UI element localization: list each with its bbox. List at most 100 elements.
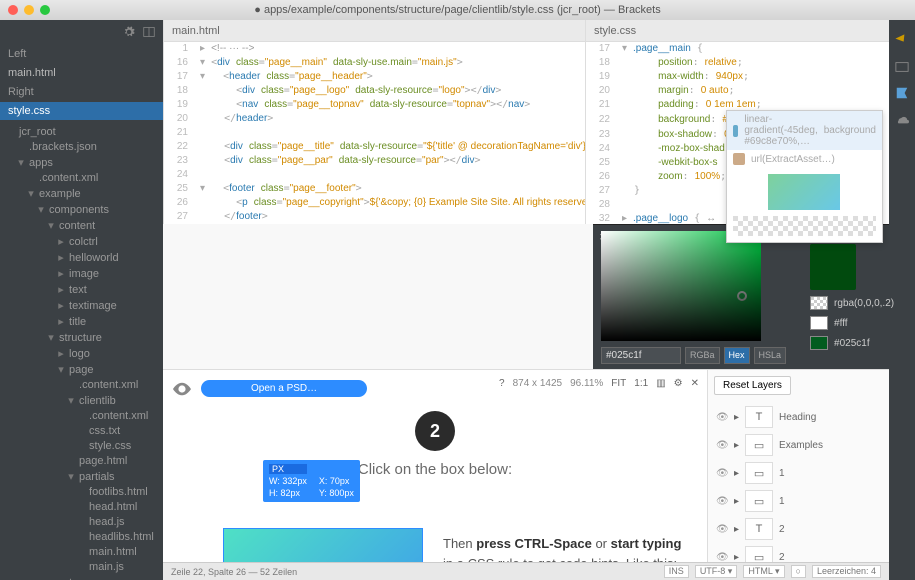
- visibility-icon[interactable]: 👁: [716, 552, 728, 563]
- eye-icon[interactable]: [173, 382, 191, 396]
- help-icon[interactable]: ?: [499, 378, 505, 389]
- editor-left[interactable]: main.html 1 ▸ <!-- ··· --> 16 ▾ <div cla…: [163, 20, 585, 224]
- insert-mode[interactable]: INS: [664, 565, 689, 578]
- visibility-icon[interactable]: 👁: [716, 524, 728, 535]
- gear-icon[interactable]: [123, 26, 135, 38]
- folder-icon: ▸: [734, 496, 739, 507]
- tree-item[interactable]: page.html: [0, 453, 163, 468]
- extract-icon[interactable]: [895, 86, 909, 100]
- tree-item[interactable]: ▸ textimage: [0, 297, 163, 313]
- layers-icon[interactable]: ▥: [656, 378, 665, 389]
- extension-manager-icon[interactable]: [895, 60, 909, 74]
- tree-item[interactable]: .content.xml: [0, 408, 163, 423]
- tree-item[interactable]: .brackets.json: [0, 139, 163, 154]
- settings-icon[interactable]: ⚙: [674, 378, 683, 389]
- format-hsla[interactable]: HSLa: [754, 347, 787, 364]
- extract-preview: Open a PSD… ? 874 x 1425 96.11% FIT 1:1 …: [163, 370, 707, 562]
- tree-item[interactable]: main.html: [0, 544, 163, 559]
- close-panel-icon[interactable]: ✕: [691, 378, 699, 389]
- split-icon[interactable]: [143, 26, 155, 38]
- tree-item[interactable]: ▸ topnav: [0, 574, 163, 580]
- selected-layer-box[interactable]: [223, 528, 423, 562]
- tree-item[interactable]: .content.xml: [0, 170, 163, 185]
- color-swatch[interactable]: #025c1f: [810, 336, 894, 350]
- folder-icon: ▸: [734, 412, 739, 423]
- hint-item-2[interactable]: url(ExtractAsset…): [751, 154, 835, 165]
- editor-left-tab[interactable]: main.html: [164, 20, 585, 42]
- language-mode[interactable]: HTML ▾: [743, 565, 784, 578]
- color-swatch[interactable]: rgba(0,0,0,.2): [810, 296, 894, 310]
- editor-right[interactable]: style.css 17 ▾ .page__main { 18 position…: [585, 20, 889, 224]
- tree-item[interactable]: head.html: [0, 499, 163, 514]
- tree-item[interactable]: css.txt: [0, 423, 163, 438]
- tree-item[interactable]: headlibs.html: [0, 529, 163, 544]
- encoding[interactable]: UTF-8 ▾: [695, 565, 738, 578]
- open-psd-button[interactable]: Open a PSD…: [201, 380, 367, 397]
- tree-item[interactable]: .content.xml: [0, 377, 163, 392]
- tree-item[interactable]: ▾ clientlib: [0, 392, 163, 408]
- color-handle[interactable]: [737, 291, 747, 301]
- editor-right-tab[interactable]: style.css: [586, 20, 889, 42]
- color-swatch[interactable]: #fff: [810, 316, 894, 330]
- hint-preview-swatch: [768, 174, 840, 210]
- tree-item[interactable]: ▸ image: [0, 265, 163, 281]
- fit-button[interactable]: FIT: [611, 378, 626, 389]
- tree-item[interactable]: footlibs.html: [0, 484, 163, 499]
- tree-item[interactable]: ▸ helloworld: [0, 249, 163, 265]
- tree-item[interactable]: ▾ example: [0, 185, 163, 201]
- tree-item[interactable]: ▾ partials: [0, 468, 163, 484]
- color-field[interactable]: [601, 231, 761, 341]
- tree-item[interactable]: main.js: [0, 559, 163, 574]
- titlebar: ● apps/example/components/structure/page…: [0, 0, 915, 20]
- visibility-icon[interactable]: 👁: [716, 440, 728, 451]
- psd-dimensions: 874 x 1425: [513, 378, 563, 389]
- code-hint-popup[interactable]: linear-gradient(-45deg, #69c8e70%,…backg…: [726, 110, 883, 243]
- color-value-input[interactable]: [601, 347, 681, 364]
- layer-row[interactable]: 👁▸T2: [714, 515, 883, 543]
- layer-row[interactable]: 👁▸▭2: [714, 543, 883, 562]
- tree-item[interactable]: style.css: [0, 438, 163, 453]
- working-set-right-label: Right: [0, 82, 163, 102]
- tree-item[interactable]: ▾ page: [0, 361, 163, 377]
- layer-row[interactable]: 👁▸THeading: [714, 403, 883, 431]
- tree-item[interactable]: ▸ colctrl: [0, 233, 163, 249]
- visibility-icon[interactable]: 👁: [716, 468, 728, 479]
- format-rgba[interactable]: RGBa: [685, 347, 720, 364]
- measurement-tooltip: PX W: 332pxX: 70px H: 82pxY: 800px: [263, 460, 360, 502]
- live-preview-icon[interactable]: [895, 34, 909, 48]
- gradient-icon: [733, 125, 738, 137]
- working-file-style-css[interactable]: style.css: [0, 102, 163, 120]
- visibility-icon[interactable]: 👁: [716, 496, 728, 507]
- tree-item[interactable]: head.js: [0, 514, 163, 529]
- hint-checker: [733, 216, 876, 236]
- layer-row[interactable]: 👁▸▭1: [714, 487, 883, 515]
- editor-left-code[interactable]: 1 ▸ <!-- ··· --> 16 ▾ <div class="page__…: [164, 42, 585, 224]
- one-to-one-button[interactable]: 1:1: [634, 378, 648, 389]
- instruction-text: Then press CTRL-Space or start typing in…: [443, 534, 683, 562]
- zoom-level: 96.11%: [570, 378, 603, 389]
- reset-layers-button[interactable]: Reset Layers: [714, 376, 791, 395]
- current-color-swatch: [810, 244, 856, 290]
- window-title: ● apps/example/components/structure/page…: [0, 4, 915, 16]
- layer-row[interactable]: 👁▸▭Examples: [714, 431, 883, 459]
- format-hex[interactable]: Hex: [724, 347, 750, 364]
- tree-item[interactable]: ▾ structure: [0, 329, 163, 345]
- layers-panel: Reset Layers 👁▸THeading👁▸▭Examples👁▸▭1👁▸…: [707, 370, 889, 562]
- tree-item[interactable]: ▾ components: [0, 201, 163, 217]
- working-file-main-html[interactable]: main.html: [0, 64, 163, 82]
- step-caption: Click on the box below:: [173, 461, 697, 478]
- hint-item-1[interactable]: linear-gradient(-45deg, #69c8e70%,…: [744, 114, 817, 147]
- indent-setting[interactable]: Leerzeichen: 4: [812, 565, 881, 578]
- asset-icon: [733, 153, 745, 165]
- cloud-icon[interactable]: [895, 112, 909, 126]
- tree-item[interactable]: ▸ text: [0, 281, 163, 297]
- tree-item[interactable]: ▾ apps: [0, 154, 163, 170]
- tree-item[interactable]: ▸ title: [0, 313, 163, 329]
- folder-icon: ▸: [734, 440, 739, 451]
- layer-row[interactable]: 👁▸▭1: [714, 459, 883, 487]
- visibility-icon[interactable]: 👁: [716, 412, 728, 423]
- tree-item[interactable]: ▸ logo: [0, 345, 163, 361]
- tree-item[interactable]: ▾ content: [0, 217, 163, 233]
- linting-status[interactable]: ○: [791, 565, 806, 578]
- tree-item[interactable]: jcr_root: [0, 124, 163, 139]
